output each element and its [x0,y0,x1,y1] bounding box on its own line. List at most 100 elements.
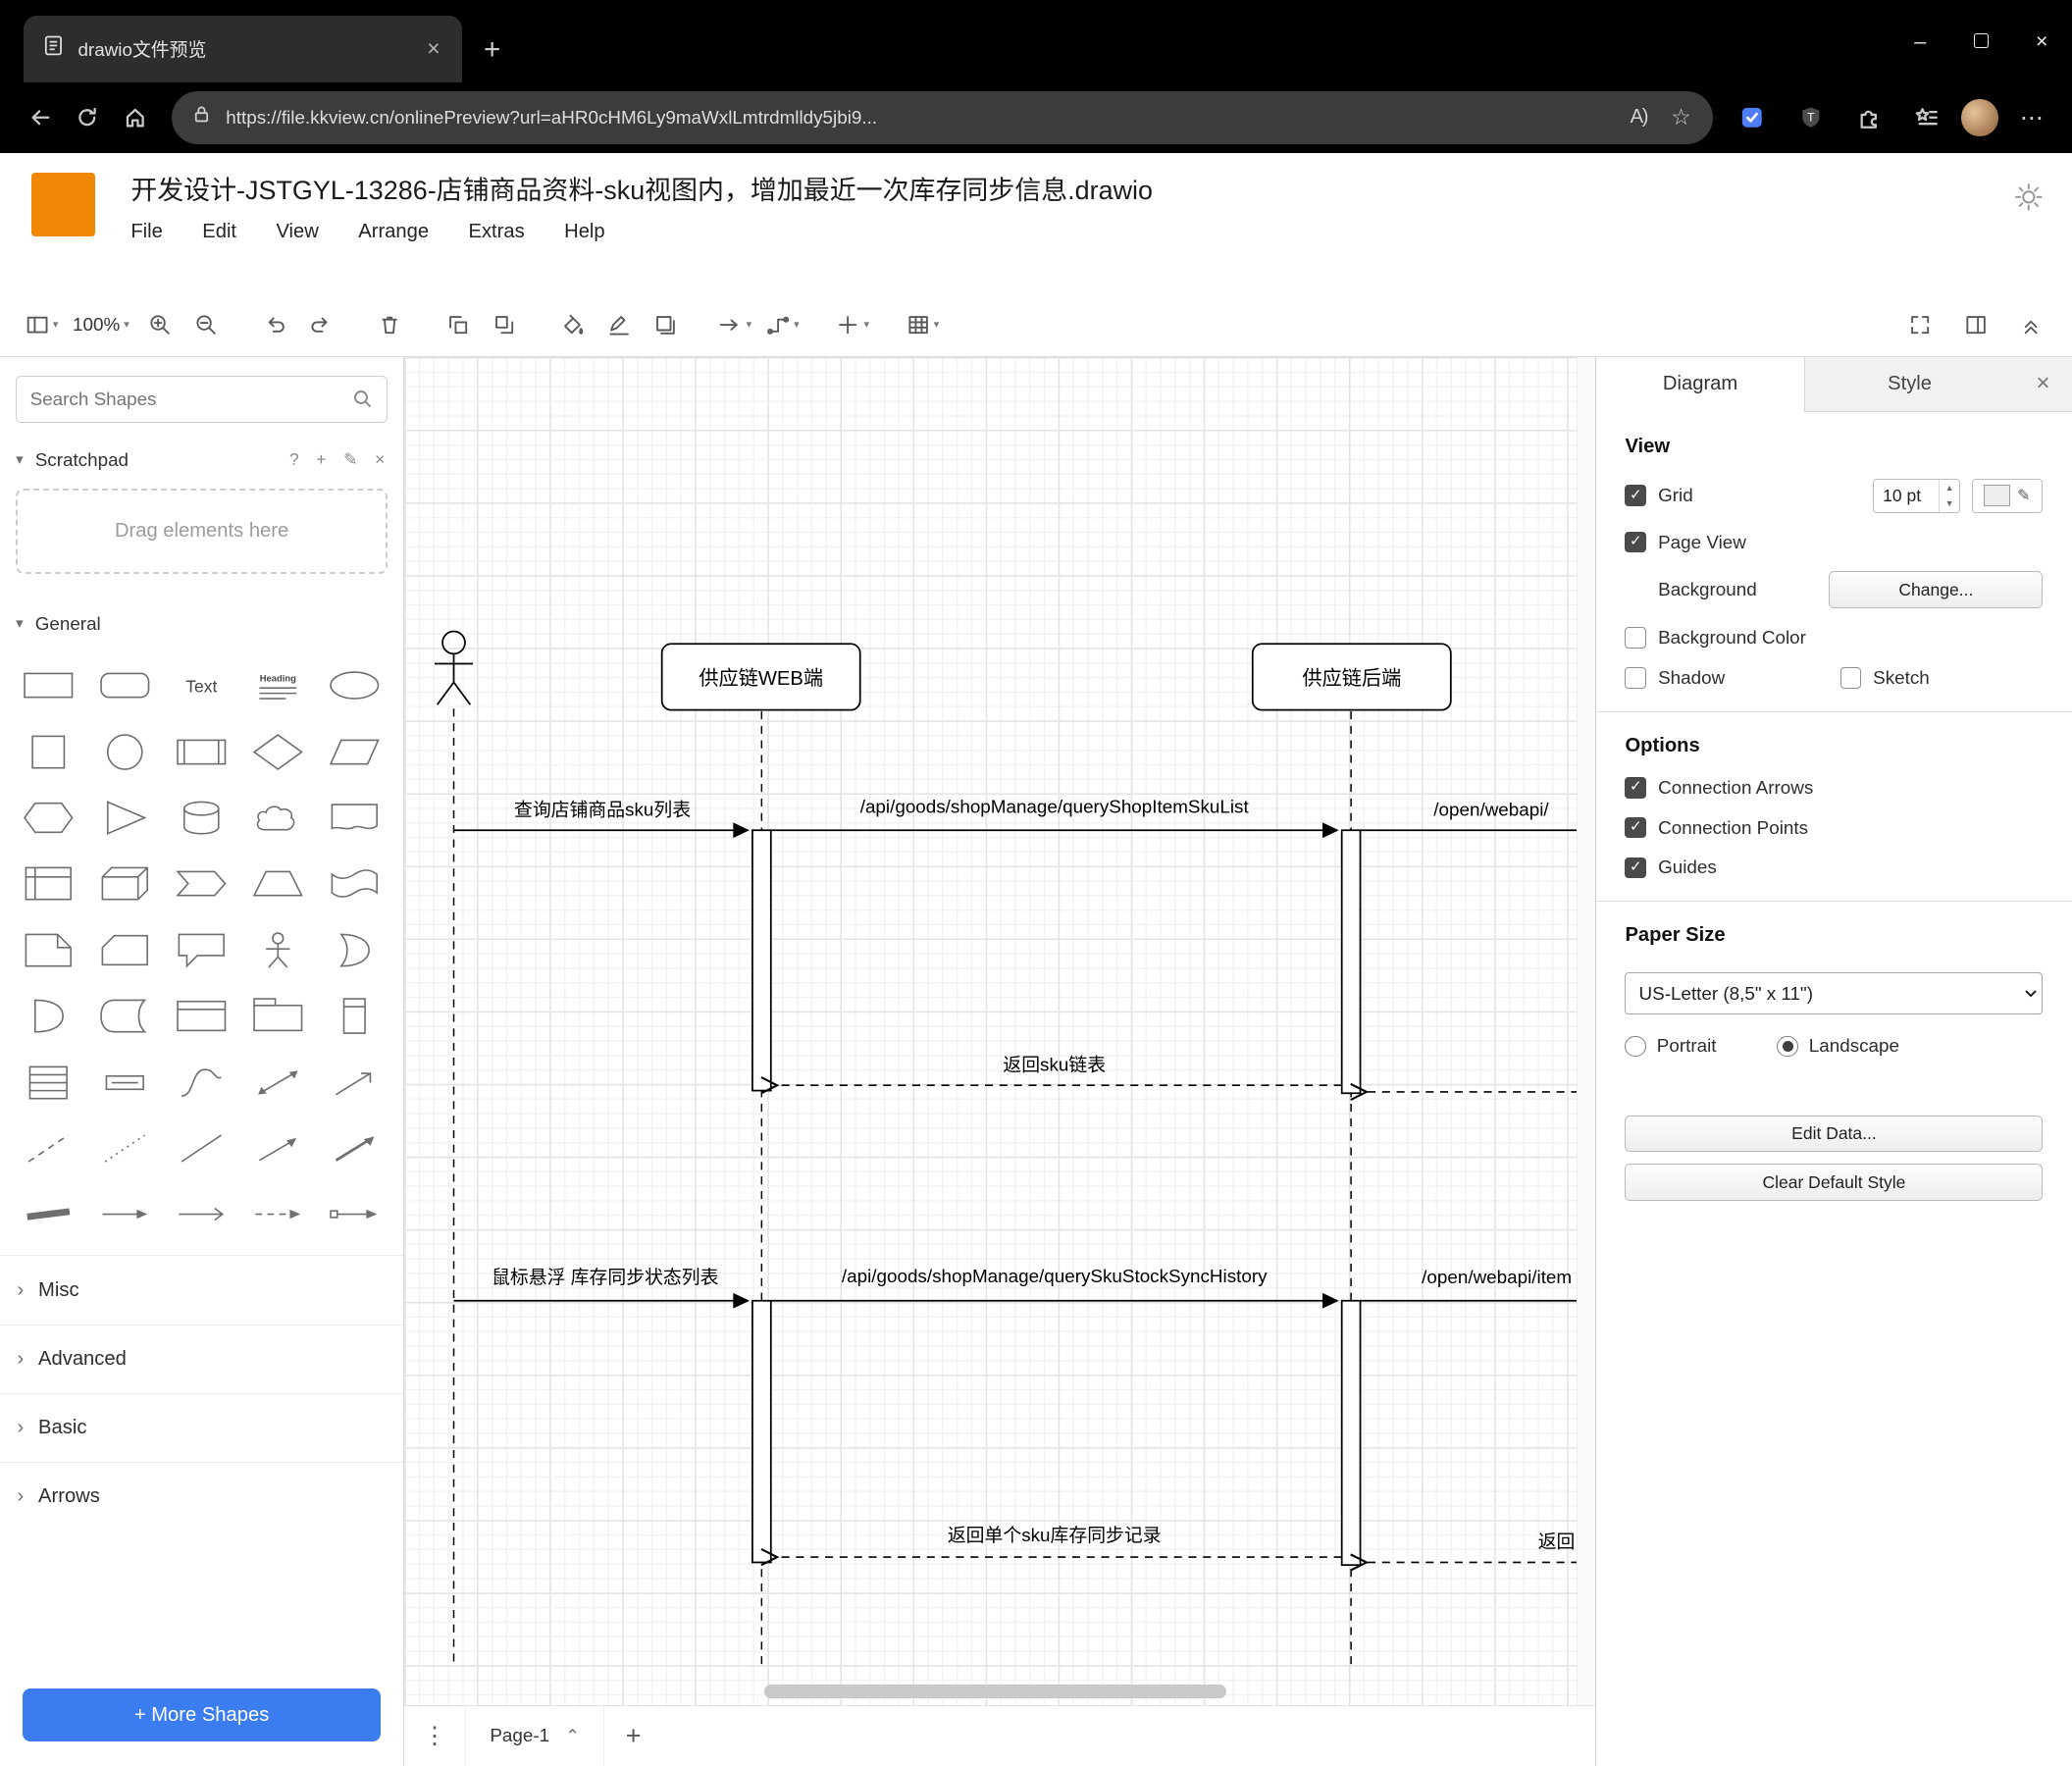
maximize-button[interactable] [1950,0,2011,82]
shape-card[interactable] [87,917,164,983]
sidebar-item-basic[interactable]: › Basic [0,1392,404,1462]
view-button[interactable]: ▾ [22,305,63,344]
menu-help[interactable]: Help [564,221,605,243]
shape-square[interactable] [11,719,87,785]
favorite-star-icon[interactable]: ☆ [1660,96,1702,138]
shape-step[interactable] [164,851,240,916]
shape-heading[interactable]: Heading [240,652,317,718]
theme-toggle-icon[interactable] [2014,182,2044,218]
to-back-button[interactable] [485,305,524,344]
sidebar-item-misc[interactable]: › Misc [0,1255,404,1324]
shape-and[interactable] [11,983,87,1049]
table-button[interactable]: ▾ [903,305,944,344]
shape-curve[interactable] [164,1049,240,1115]
shape-dotted_line[interactable] [87,1116,164,1181]
shape-arrow_ne2[interactable] [316,1116,392,1181]
shape-bidir_arrow[interactable] [240,1049,317,1115]
connection-points-checkbox[interactable] [1625,816,1646,839]
shield-extension-icon[interactable]: T [1787,94,1834,141]
section-general-header[interactable]: ▾ General [0,597,403,650]
sketch-checkbox[interactable] [1839,666,1862,689]
home-button[interactable] [111,94,158,141]
menu-edit[interactable]: Edit [202,221,236,243]
connection-style-button[interactable]: ▾ [714,305,755,344]
shape-text[interactable]: Text [164,652,240,718]
shape-or[interactable] [316,917,392,983]
shape-process[interactable] [164,719,240,785]
tab-diagram[interactable]: Diagram [1596,357,1805,413]
shape-list_item[interactable] [87,1049,164,1115]
scratchpad-edit-icon[interactable]: ✎ [340,449,360,470]
shape-dashed_line[interactable] [11,1116,87,1181]
scratchpad-close-icon[interactable]: × [372,449,388,470]
edit-data-button[interactable]: Edit Data... [1625,1115,2044,1153]
shape-data_storage[interactable] [87,983,164,1049]
shape-arrow_h_box[interactable] [316,1181,392,1247]
page-view-checkbox[interactable] [1625,531,1646,553]
portrait-option[interactable]: Portrait [1625,1035,1717,1058]
shape-link[interactable] [11,1181,87,1247]
grid-size-input[interactable]: 10 pt ▲ ▼ [1872,478,1960,513]
search-icon[interactable] [352,389,374,410]
browser-menu-button[interactable]: ⋯ [2008,94,2055,141]
zoom-out-button[interactable] [186,305,226,344]
extensions-puzzle-icon[interactable] [1844,94,1891,141]
shape-trapezoid[interactable] [240,851,317,916]
shape-arrow_ne[interactable] [240,1116,317,1181]
to-front-button[interactable] [439,305,478,344]
vertical-scrollbar[interactable] [1576,356,1595,1705]
scratchpad-add-icon[interactable]: + [314,449,330,470]
profile-avatar[interactable] [1960,99,1998,136]
activation-bars[interactable] [751,829,1362,1566]
menu-file[interactable]: File [130,221,163,243]
drawing-canvas[interactable]: 查询店铺商品sku列表 /api/goods/shopManage/queryS… [404,356,1595,1705]
line-color-button[interactable] [599,305,639,344]
address-bar[interactable]: https://file.kkview.cn/onlinePreview?url… [172,90,1713,144]
shape-actor[interactable] [240,917,317,983]
guides-checkbox[interactable] [1625,857,1646,879]
shape-list[interactable] [11,1049,87,1115]
connection-arrows-checkbox[interactable] [1625,776,1646,799]
shape-callout[interactable] [164,917,240,983]
grid-checkbox[interactable] [1625,485,1646,506]
delete-button[interactable] [370,305,409,344]
spinner-up-icon[interactable]: ▲ [1940,480,1958,496]
shape-internal_storage[interactable] [11,851,87,916]
return-arrows[interactable] [760,1075,1577,1572]
more-shapes-button[interactable]: + More Shapes [22,1688,382,1742]
shape-hexagon[interactable] [11,785,87,851]
tab-style[interactable]: Style [1804,356,2014,413]
zoom-dropdown[interactable]: 100% ▾ [69,305,133,344]
scratchpad-help-icon[interactable]: ? [286,449,301,470]
spinner-down-icon[interactable]: ▼ [1940,495,1958,512]
shape-document[interactable] [316,785,392,851]
horizontal-scrollbar-thumb[interactable] [763,1685,1226,1698]
shape-arrow_h_dashed[interactable] [240,1181,317,1247]
read-aloud-icon[interactable]: A) [1618,96,1660,138]
clear-default-style-button[interactable]: Clear Default Style [1625,1164,2044,1202]
menu-extras[interactable]: Extras [469,221,525,243]
insert-button[interactable]: ▾ [832,305,873,344]
new-tab-button[interactable]: + [484,35,500,65]
refresh-button[interactable] [64,94,111,141]
paper-size-select[interactable]: US-Letter (8,5" x 11") [1625,971,2044,1014]
back-button[interactable] [16,94,63,141]
shape-container_title[interactable] [240,983,317,1049]
actor-figure[interactable] [435,630,474,705]
menu-arrange[interactable]: Arrange [358,221,429,243]
shape-tape[interactable] [316,851,392,916]
collapse-expand-button[interactable] [2011,305,2050,344]
shape-arrow_ne_open[interactable] [316,1049,392,1115]
tab-close-icon[interactable]: × [420,37,446,60]
portrait-radio[interactable] [1625,1035,1646,1058]
browser-tab[interactable]: drawio文件预览 × [24,16,463,82]
format-panel-toggle-button[interactable] [1956,305,1995,344]
shape-note[interactable] [11,917,87,983]
sidebar-item-advanced[interactable]: › Advanced [0,1324,404,1393]
landscape-option[interactable]: Landscape [1777,1035,1899,1058]
shape-arrow_h[interactable] [87,1181,164,1247]
shape-ellipse[interactable] [316,652,392,718]
shape-cube[interactable] [87,851,164,916]
site-lock-icon[interactable] [190,103,213,131]
grid-size-stepper[interactable]: ▲ ▼ [1939,479,1958,512]
